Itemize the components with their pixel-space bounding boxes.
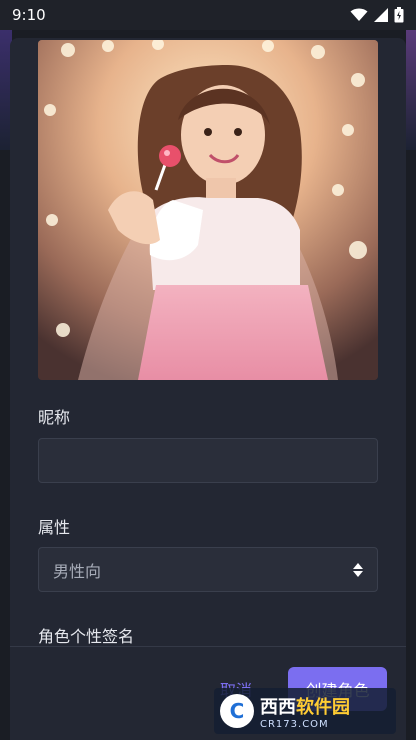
create-character-dialog: 昵称 属性 男性向 角色个性签名 取消 创建角色	[10, 38, 406, 740]
watermark-text: 西西软件园 CR173.COM	[260, 693, 350, 730]
watermark-c-icon: C	[220, 694, 254, 728]
sort-updown-icon	[353, 562, 363, 577]
signature-label: 角色个性签名	[38, 627, 135, 646]
status-time: 9:10	[12, 6, 46, 24]
battery-icon	[394, 7, 404, 23]
watermark-logo: C 西西软件园 CR173.COM	[214, 688, 396, 734]
watermark-domain: CR173.COM	[260, 718, 329, 730]
status-bar: 9:10	[0, 0, 416, 30]
watermark-brand: 西西软件园	[260, 696, 350, 718]
nickname-label: 昵称	[38, 408, 71, 427]
signal-icon	[374, 8, 388, 22]
status-icons	[350, 7, 404, 23]
attribute-selected-value: 男性向	[53, 561, 102, 581]
wifi-icon	[350, 8, 368, 21]
character-portrait-image	[38, 40, 378, 380]
background-scene-right	[406, 30, 416, 150]
attribute-select[interactable]: 男性向	[38, 547, 378, 592]
attribute-label: 属性	[38, 518, 71, 537]
nickname-input[interactable]	[38, 438, 378, 483]
character-avatar[interactable]	[38, 40, 378, 380]
